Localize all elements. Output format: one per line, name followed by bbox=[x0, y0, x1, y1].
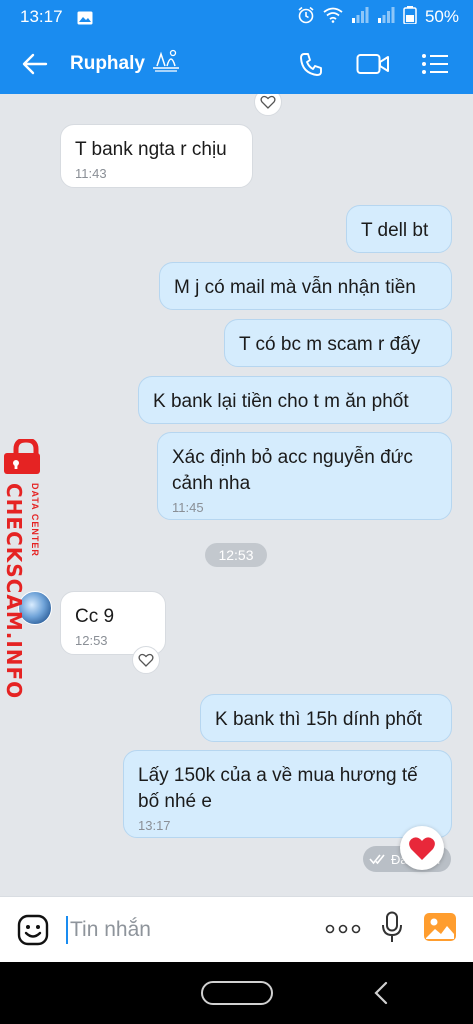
message-input[interactable]: Tin nhắn bbox=[66, 897, 325, 963]
message-bubble-incoming[interactable]: Cc 9 12:53 bbox=[60, 591, 166, 655]
contact-name-area[interactable]: Ruphaly bbox=[70, 48, 181, 80]
message-text-line1: Xác định bỏ acc nguyễn đức bbox=[172, 447, 413, 468]
heart-filled-icon bbox=[409, 836, 435, 860]
contact-name: Ruphaly bbox=[70, 53, 145, 74]
battery-icon bbox=[403, 5, 417, 29]
message-input-placeholder: Tin nhắn bbox=[70, 917, 151, 941]
home-pill-button[interactable] bbox=[200, 981, 273, 1005]
message-time: 13:17 bbox=[138, 818, 171, 833]
alarm-icon bbox=[297, 6, 315, 29]
microphone-icon bbox=[382, 911, 402, 942]
more-dots-icon bbox=[325, 924, 361, 933]
back-arrow-icon bbox=[22, 53, 48, 75]
emoji-button[interactable] bbox=[0, 897, 66, 963]
watermark-brand: CHECKSCAM.INFO bbox=[2, 483, 26, 700]
image-picker-button[interactable] bbox=[423, 912, 457, 947]
message-bubble-outgoing[interactable]: K bank thì 15h dính phốt bbox=[200, 694, 452, 742]
message-bubble-outgoing[interactable]: Xác định bỏ acc nguyễn đức cảnh nha 11:4… bbox=[157, 432, 452, 520]
message-time: 11:45 bbox=[172, 500, 204, 515]
emoji-icon bbox=[17, 914, 49, 945]
heart-reaction-button[interactable] bbox=[400, 826, 444, 870]
message-bubble-outgoing[interactable]: K bank lại tiền cho t m ăn phốt bbox=[138, 376, 452, 424]
call-button[interactable] bbox=[291, 44, 331, 84]
status-bar: 13:17 50% bbox=[0, 0, 473, 34]
signal-icon-2 bbox=[377, 6, 395, 28]
message-text: T có bc m scam r đấy bbox=[239, 334, 421, 355]
message-bubble-outgoing[interactable]: M j có mail mà vẫn nhận tiền bbox=[159, 262, 452, 310]
video-call-button[interactable] bbox=[353, 44, 393, 84]
list-menu-icon bbox=[422, 54, 448, 74]
back-button[interactable] bbox=[0, 34, 70, 94]
message-time: 11:43 bbox=[75, 166, 107, 181]
like-reaction-button[interactable] bbox=[254, 94, 282, 116]
message-text-line2: bố nhé e bbox=[138, 791, 212, 812]
voice-message-button[interactable] bbox=[381, 911, 403, 948]
message-bubble-incoming[interactable]: T bank ngta r chịu 11:43 bbox=[60, 124, 253, 188]
message-text: M j có mail mà vẫn nhận tiền bbox=[174, 277, 416, 298]
message-text: Cc 9 bbox=[75, 606, 115, 627]
like-reaction-button[interactable] bbox=[132, 646, 160, 674]
wifi-icon bbox=[323, 7, 343, 28]
checkscam-watermark: CHECKSCAM.INFO DATA CENTER bbox=[0, 437, 54, 699]
double-check-icon bbox=[369, 854, 385, 865]
system-navigation-bar bbox=[0, 962, 473, 1024]
message-text: K bank thì 15h dính phốt bbox=[215, 709, 423, 730]
watermark-subtitle: DATA CENTER bbox=[30, 483, 40, 557]
heart-outline-icon bbox=[260, 95, 276, 109]
battery-level: 50% bbox=[424, 7, 459, 26]
message-text-line2: cảnh nha bbox=[172, 473, 251, 494]
signal-icon-1 bbox=[351, 6, 369, 28]
chevron-left-icon bbox=[374, 981, 388, 1005]
chat-header: Ruphaly bbox=[0, 34, 473, 94]
message-text: T dell bt bbox=[361, 220, 429, 241]
message-composer: Tin nhắn bbox=[0, 896, 473, 962]
message-text-line1: Lấy 150k của a về mua hương tế bbox=[138, 765, 418, 786]
video-icon bbox=[356, 54, 389, 74]
message-bubble-outgoing[interactable]: Lấy 150k của a về mua hương tế bố nhé e … bbox=[123, 750, 452, 838]
message-text: T bank ngta r chịu bbox=[75, 139, 227, 160]
text-cursor bbox=[66, 915, 68, 944]
message-bubble-outgoing[interactable]: T dell bt bbox=[346, 205, 452, 253]
zodiac-icon bbox=[151, 48, 181, 80]
phone-icon bbox=[300, 53, 322, 76]
more-options-button[interactable] bbox=[325, 921, 361, 939]
message-bubble-outgoing[interactable]: T có bc m scam r đấy bbox=[224, 319, 452, 367]
heart-outline-icon bbox=[138, 653, 154, 667]
image-icon bbox=[424, 913, 456, 941]
system-back-button[interactable] bbox=[372, 981, 392, 1005]
gallery-icon bbox=[77, 10, 93, 25]
time-separator: 12:53 bbox=[205, 543, 267, 567]
message-list[interactable]: T bank ngta r chịu 11:43 T dell bt M j c… bbox=[0, 94, 473, 896]
status-time: 13:17 bbox=[20, 7, 63, 26]
lock-icon bbox=[2, 437, 50, 475]
message-text: K bank lại tiền cho t m ăn phốt bbox=[153, 391, 409, 412]
menu-button[interactable] bbox=[415, 44, 455, 84]
